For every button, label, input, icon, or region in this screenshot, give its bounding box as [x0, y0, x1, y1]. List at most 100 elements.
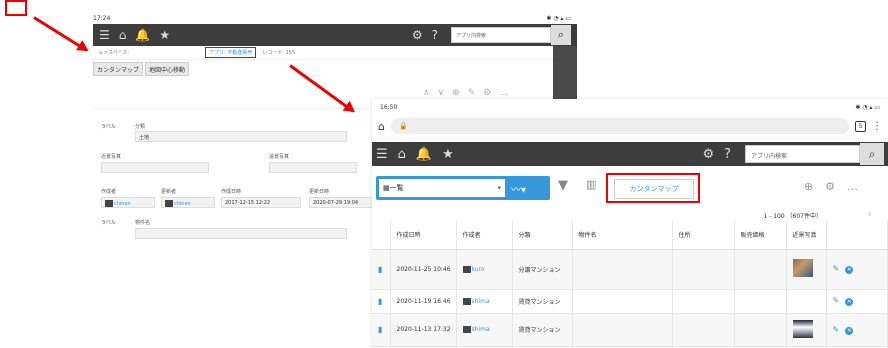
label-field-2: ラベル [101, 220, 117, 226]
col-header [826, 221, 888, 250]
bell-icon[interactable]: 🔔 [416, 147, 432, 162]
created-cell: 2020-11-25 10:46 [390, 249, 457, 290]
next-page-icon[interactable]: › [868, 207, 872, 220]
price-cell [734, 249, 787, 290]
col-header[interactable]: 販売価格 [734, 221, 787, 250]
file-icon[interactable]: ▮ [372, 313, 391, 347]
user-link[interactable]: shima [472, 298, 490, 305]
search-button[interactable]: ⌕ [551, 25, 571, 45]
home-icon[interactable]: ⌂ [378, 120, 385, 133]
search-input[interactable]: アプリ内検索 [745, 145, 860, 163]
photo-thumbnail[interactable] [792, 259, 813, 277]
menu-icon[interactable]: ☰ [376, 147, 388, 162]
status-icons: ✱ ◔ ▴ ▭ [546, 14, 571, 22]
user-link[interactable]: shima [472, 326, 490, 333]
property-cell [572, 249, 673, 290]
status-bar: 16:50 ✱ ◔ ▴ ▭ [372, 99, 888, 115]
star-icon[interactable]: ★ [442, 147, 454, 162]
app-header: ☰ ⌂ 🔔 ★ ⚙ ? アプリ内検索 ⌕ [93, 24, 577, 46]
created-cell: 2020-11-13 17:32 [390, 313, 457, 347]
home-icon[interactable]: ⌂ [398, 147, 406, 162]
user-cell: shima [456, 289, 513, 314]
category-cell: 分譲マンション [512, 249, 573, 290]
created-label: 作成日時 [221, 189, 242, 195]
table-header-row: 作成日時 作成者 分類 物件名 住所 販売価格 近景写真 [372, 221, 888, 250]
col-header[interactable]: 分類 [512, 221, 573, 250]
tab-count[interactable]: 5 [855, 120, 866, 132]
status-time: 17:24 [93, 14, 111, 22]
gear-icon[interactable]: ⚙ [702, 147, 714, 162]
crumb-record: レコード: 155 [262, 50, 296, 56]
chart-icon[interactable]: ▥ [586, 178, 596, 191]
edit-icon[interactable]: ✎ [833, 296, 840, 305]
tab-map-center[interactable]: 地図中心移動 [145, 62, 190, 76]
record-list-screenshot: 16:50 ✱ ◔ ▴ ▭ ⌂ 🔒 5 ⋮ ☰ ⌂ 🔔 ★ ⚙ ? アプリ内検索… [372, 99, 888, 348]
price-cell [734, 289, 787, 314]
home-crumb-icon[interactable]: ⌂ > [99, 50, 108, 56]
file-icon[interactable]: ▮ [372, 289, 391, 314]
pagination-text: 1 - 100 （607件中） [763, 213, 822, 220]
actions-cell: ✎ × [826, 289, 888, 314]
record-tools: ∧∨⊕✎⚙… [423, 88, 517, 98]
graph-icon[interactable]: 〰▾ [511, 181, 526, 196]
file-icon[interactable]: ▮ [372, 249, 391, 290]
photo-thumbnail[interactable] [792, 319, 813, 338]
property-cell [572, 313, 673, 347]
delete-icon[interactable]: × [845, 298, 854, 306]
col-header[interactable]: 近景写真 [786, 221, 827, 250]
property-cell [572, 289, 673, 314]
view-label: 一覧 [389, 184, 404, 192]
edit-icon[interactable]: ✎ [833, 325, 840, 334]
updater-label: 更新者 [161, 189, 177, 195]
view-selector[interactable]: ▦ 一覧 ▾ 〰▾ [376, 176, 550, 200]
search-input[interactable]: アプリ内検索 [451, 27, 551, 43]
created-cell: 2020-11-19 16:46 [390, 289, 457, 314]
address-cell [672, 313, 735, 347]
category-cell: 賃貸マンション [512, 289, 573, 314]
menu-icon[interactable]: ☰ [99, 28, 110, 42]
chevron-down-icon: ▾ [497, 184, 501, 192]
far-photo-field [269, 162, 357, 173]
table-icon: ▦ [383, 184, 390, 192]
near-photo-field [101, 162, 209, 173]
kantan-map-button[interactable]: カンタンマップ [614, 179, 694, 199]
delete-icon[interactable]: × [845, 326, 854, 335]
home-icon[interactable]: ⌂ [119, 28, 127, 42]
delete-icon[interactable]: × [845, 266, 854, 274]
edit-icon[interactable]: ✎ [833, 264, 840, 273]
address-cell [672, 249, 735, 290]
bell-icon[interactable]: 🔔 [135, 28, 150, 42]
crumb-space[interactable]: スペース: [108, 49, 129, 56]
status-time: 16:50 [380, 103, 398, 111]
col-header[interactable]: 作成者 [456, 221, 513, 250]
help-icon[interactable]: ? [724, 147, 731, 162]
annotation-box [5, 0, 27, 16]
view-select[interactable]: ▦ 一覧 ▾ [379, 179, 505, 197]
user-link[interactable]: kuro [472, 266, 485, 273]
col-header[interactable]: 住所 [672, 221, 735, 250]
gear-icon[interactable]: ⚙ [412, 28, 423, 42]
category-value: 土地 [135, 131, 347, 142]
filter-icon[interactable]: ▼ [558, 178, 568, 193]
price-cell [734, 313, 787, 347]
col-header [372, 221, 391, 250]
address-cell [672, 289, 735, 314]
photo-cell [786, 249, 827, 290]
more-icon[interactable]: ⋮ [872, 121, 882, 132]
col-header[interactable]: 物件名 [572, 221, 673, 250]
label-field: ラベル [101, 124, 117, 130]
toolbar-icons[interactable]: ⊕⚙… [804, 180, 870, 193]
tab-kantan-map[interactable]: カンタンマップ [93, 62, 144, 76]
col-header[interactable]: 作成日時 [390, 221, 457, 250]
address-bar[interactable]: 🔒 [390, 118, 849, 134]
star-icon[interactable]: ★ [159, 28, 170, 42]
help-icon[interactable]: ? [432, 28, 438, 42]
annotation-arrow-1 [33, 16, 88, 52]
updated-label: 更新日時 [309, 189, 330, 195]
property-label: 物件名 [135, 220, 151, 226]
crumb-app[interactable]: アプリ: 不動産販売 [205, 47, 257, 58]
lock-icon: 🔒 [398, 122, 408, 130]
search-button[interactable]: ⌕ [860, 143, 884, 165]
app-header: ☰ ⌂ 🔔 ★ ⚙ ? アプリ内検索 ⌕ [372, 142, 888, 166]
browser-bar: ⌂ 🔒 5 ⋮ [372, 115, 888, 137]
